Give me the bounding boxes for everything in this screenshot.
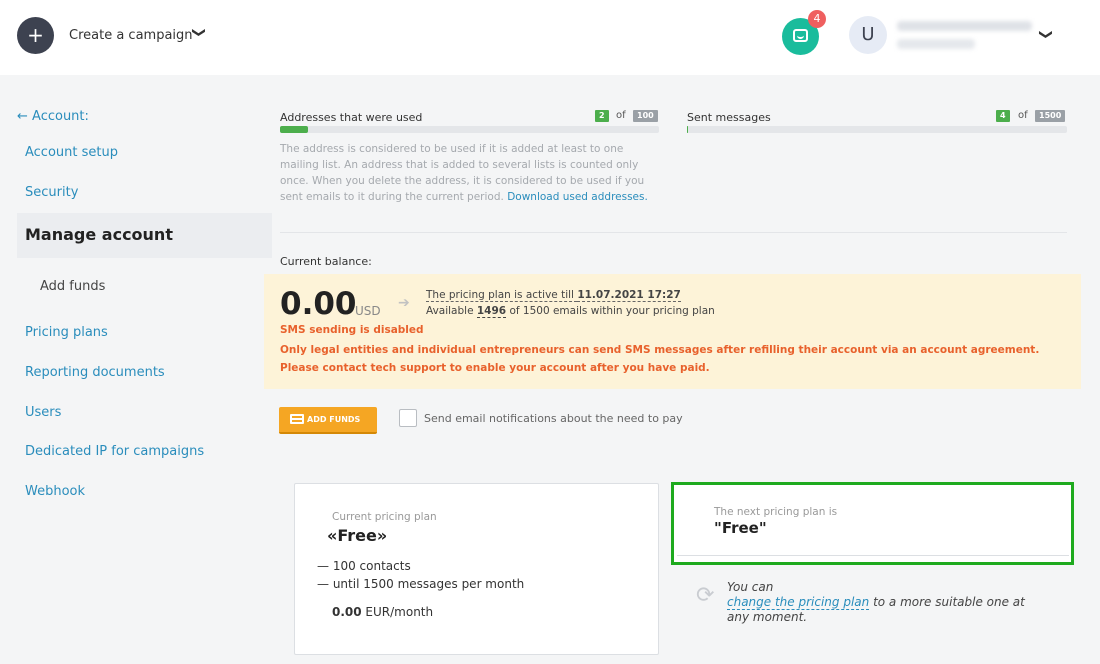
addresses-used-label: Addresses that were used [280, 111, 423, 124]
refresh-icon: ⟳ [696, 583, 715, 608]
addresses-of-text: of [616, 110, 626, 121]
sidebar-item-dedicated-ip[interactable]: Dedicated IP for campaigns [25, 444, 204, 459]
plus-icon: + [27, 23, 44, 47]
arrow-right-icon: ➔ [398, 295, 410, 311]
next-plan-label: The next pricing plan is [714, 506, 838, 518]
addresses-progress-fill [280, 126, 309, 133]
plan-active-date: 11.07.2021 17:27 [577, 289, 681, 302]
user-email-redacted [897, 21, 1032, 31]
sidebar-item-add-funds[interactable]: Add funds [40, 279, 105, 294]
messages-progress-bar [687, 126, 1067, 133]
plan-price: 0.00 EUR/month [332, 605, 433, 619]
sidebar-item-users[interactable]: Users [25, 405, 61, 420]
sidebar-item-pricing-plans[interactable]: Pricing plans [25, 325, 108, 340]
sidebar-item-security[interactable]: Security [25, 185, 78, 200]
sidebar-item-label: Manage account [25, 225, 173, 244]
sent-messages-count: 4 [996, 110, 1010, 122]
addresses-help-text: The address is considered to be used if … [280, 141, 660, 205]
top-header: + Create a campaign ❯ 4 U ❯ [0, 0, 1100, 75]
available-prefix: Available [426, 305, 477, 317]
balance-amount: 0.00 [280, 286, 357, 322]
notify-checkbox[interactable] [399, 409, 417, 427]
next-plan-inner: The next pricing plan is "Free" [677, 485, 1069, 556]
balance-currency: USD [355, 304, 381, 318]
change-plan-prefix: You can [727, 580, 774, 594]
plan-active-prefix: The pricing plan is active till [426, 289, 578, 302]
plan-active-text: The pricing plan is active till 11.07.20… [426, 289, 681, 302]
available-count: 1496 [476, 305, 507, 318]
sidebar-item-account-setup[interactable]: Account setup [25, 145, 118, 160]
current-plan-label: Current pricing plan [332, 511, 437, 523]
back-to-account-link[interactable]: ← Account: [17, 109, 89, 124]
main-content: Addresses that were used 2 of 100 Sent m… [264, 75, 1100, 664]
sent-messages-label: Sent messages [687, 111, 771, 124]
user-id-redacted [897, 39, 975, 49]
messages-of-text: of [1018, 110, 1028, 121]
create-campaign-label[interactable]: Create a campaign [69, 28, 193, 43]
plan-price-value: 0.00 [332, 605, 362, 619]
current-plan-card: Current pricing plan «Free» — 100 contac… [294, 483, 659, 655]
sms-disabled-title: SMS sending is disabled [280, 324, 424, 336]
plan-price-unit: EUR/month [361, 605, 434, 619]
messages-progress-fill [687, 126, 689, 133]
credit-card-icon [290, 414, 304, 424]
addresses-total: 100 [633, 110, 658, 122]
next-plan-name: "Free" [714, 519, 767, 537]
next-plan-card: The next pricing plan is "Free" [671, 482, 1074, 565]
plan-feature-contacts: — 100 contacts [317, 559, 411, 573]
sidebar: ← Account: Account setup Security Manage… [0, 75, 272, 664]
available-suffix: of 1500 emails within your pricing plan [506, 305, 715, 317]
balance-notice: 0.00 USD ➔ The pricing plan is active ti… [264, 274, 1081, 389]
section-divider [280, 232, 1067, 233]
user-menu-chevron-icon[interactable]: ❯ [1038, 29, 1053, 40]
sidebar-item-webhook[interactable]: Webhook [25, 484, 85, 499]
sidebar-item-manage-account[interactable]: Manage account [17, 213, 272, 258]
notify-checkbox-label[interactable]: Send email notifications about the need … [424, 412, 683, 425]
addresses-progress-bar [280, 126, 659, 133]
messages-total: 1500 [1035, 110, 1066, 122]
create-campaign-button[interactable]: + [17, 17, 54, 54]
change-pricing-plan-link[interactable]: change the pricing plan [727, 595, 870, 610]
sms-disabled-message: Only legal entities and individual entre… [280, 344, 1040, 374]
download-used-addresses-link[interactable]: Download used addresses. [507, 191, 648, 203]
add-funds-label: ADD FUNDS [307, 415, 361, 424]
avatar[interactable]: U [849, 16, 887, 54]
sidebar-item-reporting-documents[interactable]: Reporting documents [25, 365, 165, 380]
current-balance-label: Current balance: [280, 255, 372, 268]
chevron-down-icon[interactable]: ❯ [191, 27, 206, 38]
available-emails-text: Available 1496 of 1500 emails within you… [426, 305, 715, 318]
chat-icon [793, 29, 808, 42]
plan-feature-messages: — until 1500 messages per month [317, 577, 525, 591]
current-plan-name: «Free» [327, 526, 388, 545]
add-funds-button[interactable]: ADD FUNDS [279, 407, 377, 434]
addresses-used-count: 2 [595, 110, 609, 122]
notification-badge: 4 [808, 10, 826, 28]
change-plan-text: You can change the pricing plan to a mor… [727, 580, 1047, 625]
